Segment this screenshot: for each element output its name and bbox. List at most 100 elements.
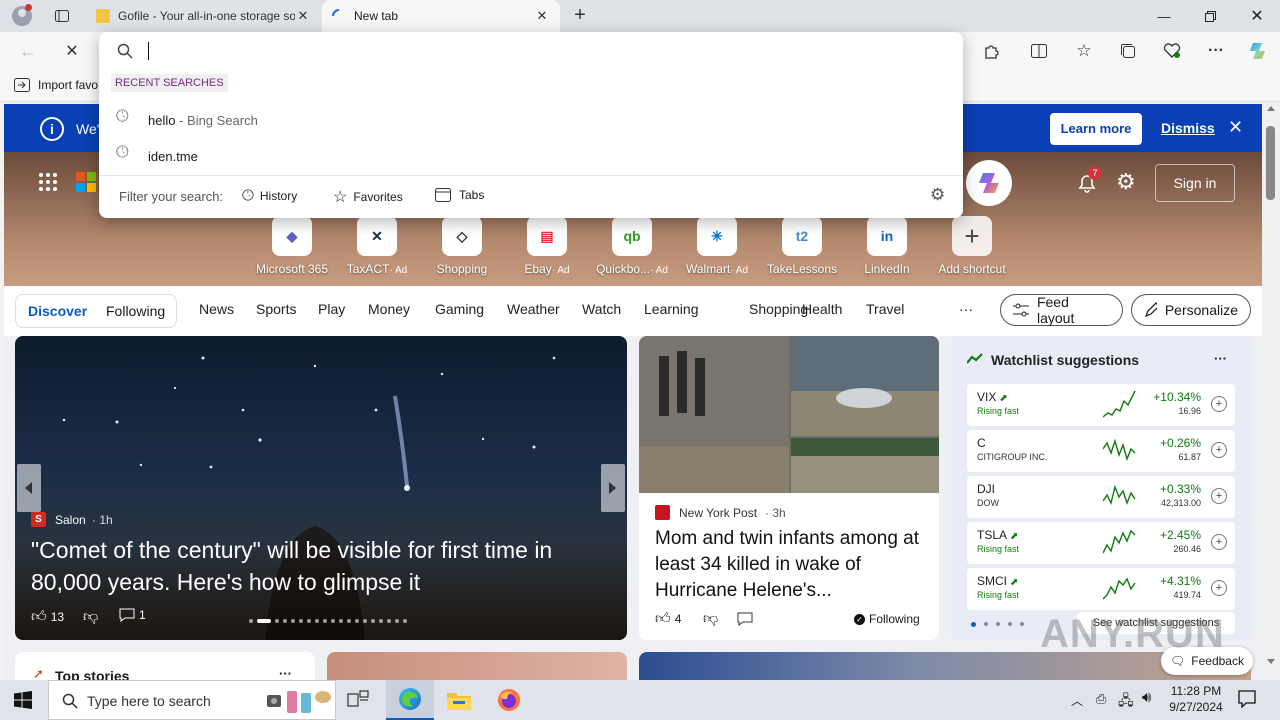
scroll-up-arrow[interactable] bbox=[1267, 106, 1275, 111]
page-scrollbar[interactable] bbox=[1262, 102, 1280, 680]
carousel-dot[interactable] bbox=[387, 619, 391, 623]
search-settings-gear-icon[interactable]: ⚙ bbox=[930, 185, 945, 205]
carousel-dot[interactable] bbox=[299, 619, 303, 623]
carousel-dot[interactable] bbox=[379, 619, 383, 623]
story-image-thumb[interactable] bbox=[327, 652, 627, 682]
scroll-thumb[interactable] bbox=[1266, 126, 1275, 200]
close-tab-icon[interactable]: ✕ bbox=[295, 8, 311, 24]
nav-learning[interactable]: Learning bbox=[644, 301, 699, 317]
close-banner-icon[interactable]: ✕ bbox=[1228, 117, 1243, 138]
microsoft-logo[interactable] bbox=[76, 172, 96, 192]
watchlist-row[interactable]: DJI DOW +0.33% 42,313.00 + bbox=[967, 476, 1235, 518]
shortcut-ebay[interactable]: ▤ Ebay· Ad bbox=[507, 216, 587, 276]
carousel-dot[interactable] bbox=[275, 619, 279, 623]
tab-gofile[interactable]: Gofile - Your all-in-one storage so ✕ bbox=[86, 0, 321, 32]
learn-more-button[interactable]: Learn more bbox=[1050, 113, 1142, 145]
notification-center-icon[interactable] bbox=[1238, 690, 1256, 708]
nav-play[interactable]: Play bbox=[318, 301, 345, 317]
story-headline[interactable]: "Comet of the century" will be visible f… bbox=[31, 534, 616, 598]
comment-button[interactable]: 1 bbox=[119, 608, 146, 622]
comment-icon[interactable] bbox=[737, 612, 753, 626]
profile-avatar[interactable] bbox=[12, 4, 32, 26]
tab-following[interactable]: Following bbox=[106, 303, 165, 319]
task-view-icon[interactable] bbox=[347, 690, 369, 710]
main-story-card[interactable]: S Salon · 1h "Comet of the century" will… bbox=[15, 336, 627, 640]
close-tab-icon[interactable]: ✕ bbox=[534, 8, 550, 24]
carousel-dot[interactable] bbox=[315, 619, 319, 623]
tab-new-tab[interactable]: New tab ✕ bbox=[322, 0, 560, 32]
add-to-watchlist-icon[interactable]: + bbox=[1211, 534, 1227, 550]
network-icon[interactable]: 🖧︎ bbox=[1118, 690, 1134, 714]
watchlist-row[interactable]: TSLA ⬈ Rising fast +2.45% 260.46 + bbox=[967, 522, 1235, 564]
suggestion-item[interactable]: 🕓︎ iden.tme bbox=[99, 140, 963, 172]
clock[interactable]: 11:28 PM 9/27/2024 bbox=[1160, 683, 1232, 715]
thumbs-down-icon[interactable]: 👎︎ bbox=[83, 608, 98, 626]
carousel-dot[interactable] bbox=[323, 619, 327, 623]
file-explorer-icon[interactable] bbox=[447, 690, 471, 710]
story-headline[interactable]: Mom and twin infants among at least 34 k… bbox=[655, 526, 927, 604]
tab-actions-icon[interactable] bbox=[44, 0, 80, 34]
like-button[interactable]: 👍︎ 13 bbox=[31, 608, 64, 626]
stop-loading-icon[interactable]: ✕ bbox=[54, 33, 90, 69]
personalize-button[interactable]: Personalize bbox=[1131, 294, 1251, 326]
carousel-dot[interactable] bbox=[403, 619, 407, 623]
more-options-icon[interactable]: ··· bbox=[279, 666, 292, 681]
following-badge[interactable]: ✓ Following bbox=[854, 612, 920, 626]
more-categories-button[interactable]: ··· bbox=[959, 301, 973, 317]
close-window-button[interactable]: ✕ bbox=[1234, 0, 1280, 32]
nav-shopping[interactable]: Shopping bbox=[749, 301, 808, 317]
filter-favorites[interactable]: ☆ Favorites bbox=[333, 187, 403, 207]
tab-discover[interactable]: Discover bbox=[28, 303, 87, 319]
watchlist-row[interactable]: VIX ⬈ Rising fast +10.34% 16.96 + bbox=[967, 384, 1235, 426]
filter-history[interactable]: 🕓︎ History bbox=[242, 187, 297, 204]
taskbar-search-box[interactable]: Type here to search bbox=[48, 680, 336, 720]
split-screen-icon[interactable] bbox=[1021, 33, 1057, 69]
watchlist-row[interactable]: C CITIGROUP INC. +0.26% 61.87 + bbox=[967, 430, 1235, 472]
nav-gaming[interactable]: Gaming bbox=[435, 301, 484, 317]
collections-icon[interactable] bbox=[1110, 33, 1146, 69]
carousel-dot[interactable] bbox=[331, 619, 335, 623]
carousel-dot[interactable] bbox=[291, 619, 295, 623]
app-launcher-icon[interactable] bbox=[38, 172, 58, 192]
shortcut-quickbooks[interactable]: qb Quickbo...· Ad bbox=[592, 216, 672, 276]
suggestion-item[interactable]: 🕓︎ hello - Bing Search bbox=[99, 104, 963, 136]
favorites-star-icon[interactable]: ☆ bbox=[1066, 33, 1102, 69]
feed-layout-button[interactable]: Feed layout bbox=[1000, 294, 1123, 326]
add-to-watchlist-icon[interactable]: + bbox=[1211, 488, 1227, 504]
address-input[interactable] bbox=[143, 38, 943, 64]
new-tab-button[interactable]: + bbox=[568, 4, 592, 28]
nav-travel[interactable]: Travel bbox=[866, 301, 904, 317]
side-story-card[interactable]: New York Post · 3h Mom and twin infants … bbox=[639, 336, 939, 640]
start-button[interactable] bbox=[14, 691, 32, 709]
dismiss-link[interactable]: Dismiss bbox=[1161, 120, 1215, 136]
nav-watch[interactable]: Watch bbox=[582, 301, 621, 317]
carousel-dot[interactable] bbox=[307, 619, 311, 623]
shortcut-taxact[interactable]: ✕ TaxACT· Ad bbox=[337, 216, 417, 276]
extensions-icon[interactable] bbox=[973, 33, 1009, 69]
firefox-icon[interactable] bbox=[497, 688, 521, 712]
shortcut-linkedin[interactable]: in LinkedIn bbox=[847, 216, 927, 276]
shortcut-walmart[interactable]: ✳ Walmart· Ad bbox=[677, 216, 757, 276]
carousel-dot[interactable] bbox=[249, 619, 253, 623]
import-favorites-button[interactable]: Import favo bbox=[14, 78, 98, 92]
scroll-down-arrow[interactable] bbox=[1267, 659, 1275, 664]
nav-news[interactable]: News bbox=[199, 301, 234, 317]
restore-button[interactable] bbox=[1187, 0, 1233, 32]
like-button[interactable]: 👍︎ 4 bbox=[655, 610, 681, 628]
carousel-dot[interactable] bbox=[371, 619, 375, 623]
settings-gear-icon[interactable]: ⚙ bbox=[1116, 171, 1136, 193]
thumbs-down-icon[interactable]: 👎︎ bbox=[703, 610, 718, 628]
add-to-watchlist-icon[interactable]: + bbox=[1211, 580, 1227, 596]
shortcut-shopping-tag[interactable]: ◇ Shopping bbox=[422, 216, 502, 276]
story-source[interactable]: New York Post bbox=[679, 506, 757, 520]
carousel-dot[interactable] bbox=[257, 619, 271, 623]
carousel-dot[interactable] bbox=[339, 619, 343, 623]
edge-taskbar-icon[interactable] bbox=[386, 680, 434, 720]
shortcut-microsoft365[interactable]: ◆ Microsoft 365 bbox=[252, 216, 332, 276]
nav-sports[interactable]: Sports bbox=[256, 301, 296, 317]
carousel-dot[interactable] bbox=[363, 619, 367, 623]
copilot-icon[interactable] bbox=[1240, 33, 1276, 69]
story-source[interactable]: Salon bbox=[55, 513, 86, 527]
volume-icon[interactable]: 🔊︎ bbox=[1142, 689, 1151, 706]
copilot-search-icon[interactable] bbox=[966, 160, 1012, 206]
